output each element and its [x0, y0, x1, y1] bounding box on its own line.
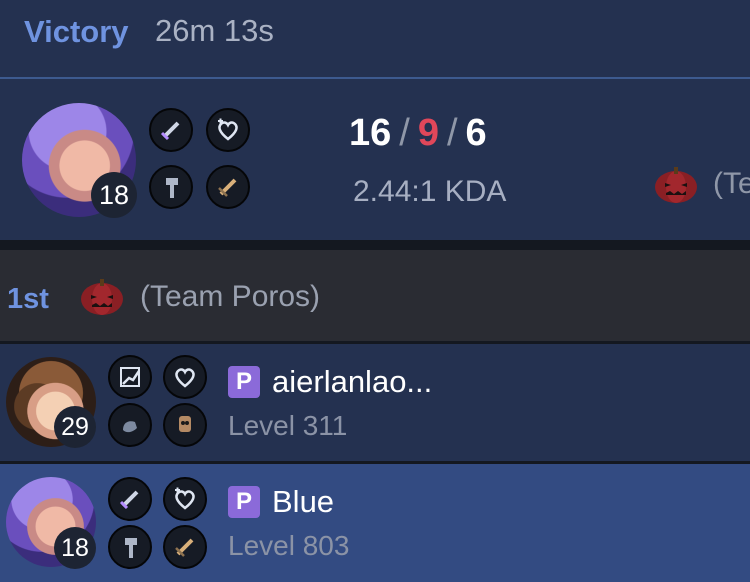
- player-name[interactable]: aierlanlao...: [272, 364, 432, 400]
- sword-icon[interactable]: [149, 108, 193, 152]
- kda-separator: /: [399, 112, 410, 154]
- match-header: Victory 26m 13s: [0, 0, 750, 78]
- team-name: (Team Poros): [140, 280, 321, 313]
- kda-score: 16/9/6: [349, 112, 487, 155]
- team-rank: 1st: [7, 283, 49, 315]
- heart-shield-icon[interactable]: [163, 355, 207, 399]
- sword-icon[interactable]: [108, 477, 152, 521]
- player-row-selected[interactable]: [0, 464, 750, 582]
- kills-count: 16: [349, 112, 392, 154]
- sword-burst-icon[interactable]: [206, 165, 250, 209]
- champion-level-badge: 18: [91, 172, 137, 218]
- kda-ratio: 2.44:1 KDA: [353, 175, 507, 208]
- heart-shield-icon[interactable]: [163, 477, 207, 521]
- heart-shield-icon[interactable]: [206, 108, 250, 152]
- player-level-badge: 29: [54, 406, 96, 448]
- sword-burst-icon[interactable]: [163, 525, 207, 569]
- pumpkin-icon: [655, 167, 697, 203]
- hand-icon[interactable]: [108, 403, 152, 447]
- skull-icon[interactable]: [163, 403, 207, 447]
- section-gap: [0, 240, 750, 250]
- deaths-count: 9: [417, 112, 439, 154]
- player-account-level: Level 311: [228, 410, 348, 441]
- team-name-truncated: (Te: [713, 167, 750, 200]
- hammer-icon[interactable]: [108, 525, 152, 569]
- assists-count: 6: [465, 112, 487, 154]
- header-divider: [0, 77, 750, 79]
- kda-separator: /: [446, 112, 458, 154]
- player-name[interactable]: Blue: [272, 484, 334, 520]
- pumpkin-icon: [81, 279, 123, 315]
- prefix-badge: P: [228, 366, 260, 398]
- player-account-level: Level 803: [228, 530, 350, 561]
- match-duration: 26m 13s: [155, 13, 274, 48]
- prefix-badge: P: [228, 486, 260, 518]
- stat-up-icon[interactable]: [108, 355, 152, 399]
- hammer-icon[interactable]: [149, 165, 193, 209]
- player-level-badge: 18: [54, 527, 96, 569]
- match-result: Victory: [24, 14, 129, 49]
